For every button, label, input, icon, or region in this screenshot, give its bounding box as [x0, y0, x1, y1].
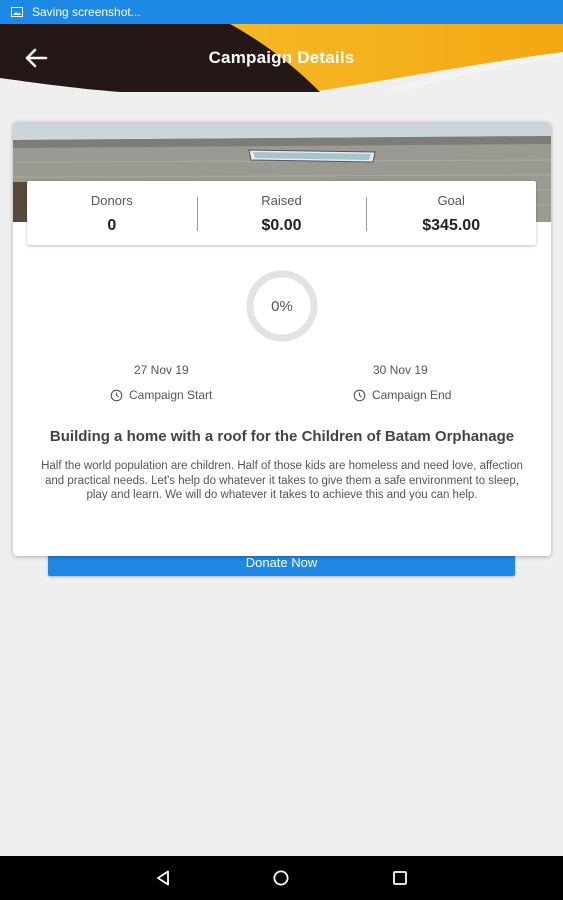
- recents-square-icon[interactable]: [391, 869, 409, 887]
- navigation-bar: [0, 856, 563, 900]
- donors-value: 0: [107, 217, 117, 234]
- campaign-end-label: Campaign End: [372, 388, 452, 402]
- goal-value: $345.00: [422, 217, 481, 234]
- raised-value: $0.00: [261, 217, 302, 234]
- page-title: Campaign Details: [208, 48, 355, 67]
- home-circle-icon[interactable]: [272, 869, 290, 887]
- image-icon: [11, 7, 23, 17]
- campaign-description: Half the world population are children. …: [41, 460, 523, 501]
- start-date: 27 Nov 19: [134, 363, 189, 377]
- donate-button-label: Donate Now: [245, 555, 318, 570]
- raised-label: Raised: [261, 193, 302, 208]
- end-date: 30 Nov 19: [373, 363, 428, 377]
- clock-icon: [110, 389, 123, 401]
- app-header: Campaign Details: [0, 24, 563, 92]
- progress-percent: 0%: [271, 297, 293, 315]
- donors-stat: Donors 0: [27, 181, 197, 245]
- back-triangle-icon[interactable]: [154, 869, 172, 887]
- progress-ring: 0%: [244, 268, 320, 344]
- stats-panel: Donors 0 Raised $0.00 Goal $345.00: [27, 181, 536, 245]
- campaign-start: Campaign Start: [110, 388, 212, 402]
- goal-stat: Goal $345.00: [366, 181, 536, 245]
- status-bar: Saving screenshot...: [0, 0, 563, 24]
- clock-icon: [353, 389, 366, 401]
- donors-label: Donors: [90, 193, 133, 208]
- raised-stat: Raised $0.00: [196, 181, 367, 245]
- campaign-card: Donors 0 Raised $0.00 Goal $345.00 0% 27…: [13, 122, 551, 556]
- campaign-end: Campaign End: [353, 388, 451, 402]
- campaign-title: Building a home with a roof for the Chil…: [49, 428, 515, 445]
- campaign-start-label: Campaign Start: [129, 388, 213, 402]
- status-text: Saving screenshot...: [32, 5, 141, 19]
- goal-label: Goal: [437, 193, 465, 208]
